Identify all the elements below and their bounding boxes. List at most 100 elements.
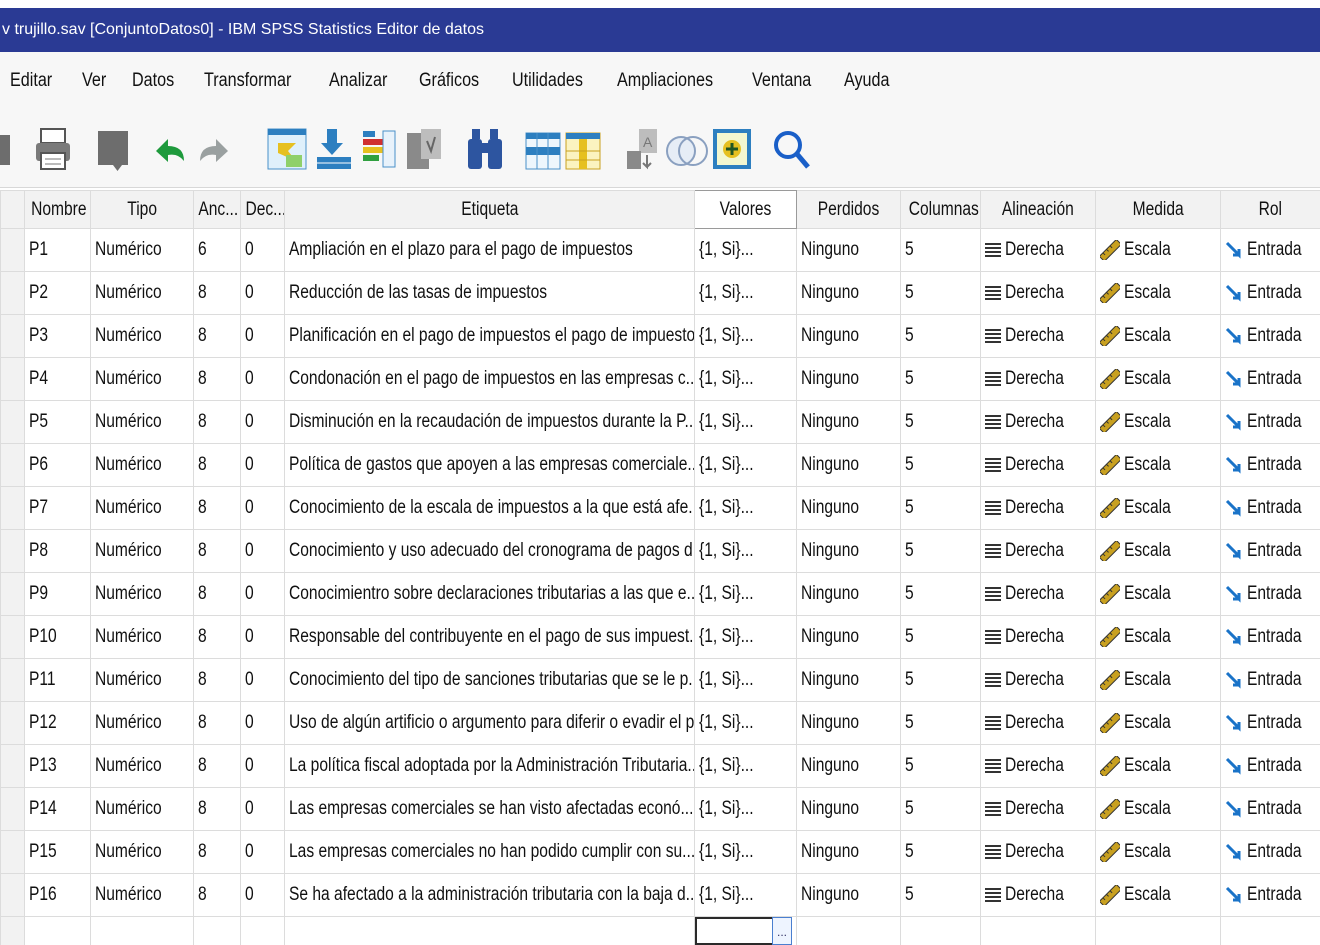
cell-columnas[interactable]: 5: [900, 443, 981, 487]
undo-icon[interactable]: [150, 126, 190, 172]
cell-medida[interactable]: Escala: [1095, 443, 1221, 487]
save-icon[interactable]: [0, 126, 14, 172]
cell-medida[interactable]: Escala: [1095, 486, 1221, 530]
cell-nombre[interactable]: P4: [24, 357, 91, 401]
cell-ancho[interactable]: 8: [193, 701, 241, 745]
cell-valores[interactable]: {1, Si}...: [694, 787, 797, 831]
cell-perdidos[interactable]: Ninguno: [796, 658, 901, 702]
select-cases-icon[interactable]: [710, 126, 754, 172]
row-header[interactable]: [0, 529, 25, 573]
column-header-columnas[interactable]: Columnas: [900, 190, 981, 229]
menu-ventana[interactable]: Ventana: [752, 70, 811, 92]
menu-graficos[interactable]: Gráficos: [419, 70, 479, 92]
row-header[interactable]: [0, 658, 25, 702]
cell-medida[interactable]: Escala: [1095, 314, 1221, 358]
cell-columnas[interactable]: 5: [900, 830, 981, 874]
cell-perdidos[interactable]: Ninguno: [796, 443, 901, 487]
cell-dec[interactable]: 0: [240, 701, 285, 745]
cell-valores[interactable]: {1, Si}...: [694, 271, 797, 315]
cell-nombre[interactable]: P12: [24, 701, 91, 745]
column-header-tipo[interactable]: Tipo: [90, 190, 194, 229]
cell-valores[interactable]: {1, Si}...: [694, 744, 797, 788]
cell-dec[interactable]: 0: [240, 615, 285, 659]
cell-dec[interactable]: 0: [240, 486, 285, 530]
cell-tipo[interactable]: Numérico: [90, 830, 194, 874]
cell-columnas[interactable]: 5: [900, 400, 981, 444]
cell-dec[interactable]: 0: [240, 271, 285, 315]
cell-perdidos[interactable]: Ninguno: [796, 357, 901, 401]
split-file-icon[interactable]: A: [622, 126, 666, 172]
cell-dec[interactable]: 0: [240, 744, 285, 788]
cell-alineacion[interactable]: Derecha: [980, 529, 1096, 573]
cell-tipo[interactable]: Numérico: [90, 701, 194, 745]
cell-columnas[interactable]: 5: [900, 228, 981, 272]
cell-etiqueta[interactable]: Las empresas comerciales se han visto af…: [284, 787, 695, 831]
cell-ancho[interactable]: 8: [193, 830, 241, 874]
cell-nombre[interactable]: P2: [24, 271, 91, 315]
cell-etiqueta[interactable]: Las empresas comerciales no han podido c…: [284, 830, 695, 874]
cell-rol[interactable]: Entrada: [1220, 271, 1320, 315]
cell-nombre[interactable]: P5: [24, 400, 91, 444]
cell-tipo[interactable]: Numérico: [90, 658, 194, 702]
cell-dec[interactable]: 0: [240, 529, 285, 573]
row-header[interactable]: [0, 615, 25, 659]
cell-alineacion[interactable]: Derecha: [980, 486, 1096, 530]
cell-alineacion[interactable]: Derecha: [980, 744, 1096, 788]
cell-ancho[interactable]: 8: [193, 443, 241, 487]
cell-columnas[interactable]: 5: [900, 314, 981, 358]
column-header-nombre[interactable]: Nombre: [24, 190, 91, 229]
cell-valores[interactable]: {1, Si}...: [694, 443, 797, 487]
row-header[interactable]: [0, 400, 25, 444]
cell-tipo[interactable]: Numérico: [90, 873, 194, 917]
cell-etiqueta[interactable]: Conocimiento de la escala de impuestos a…: [284, 486, 695, 530]
cell-ancho[interactable]: 8: [193, 873, 241, 917]
cell-alineacion[interactable]: Derecha: [980, 615, 1096, 659]
row-header[interactable]: [0, 873, 25, 917]
goto-variable-icon[interactable]: [312, 126, 356, 172]
empty-cell[interactable]: [980, 916, 1096, 945]
cell-dec[interactable]: 0: [240, 314, 285, 358]
cell-perdidos[interactable]: Ninguno: [796, 873, 901, 917]
column-header-medida[interactable]: Medida: [1095, 190, 1221, 229]
menu-utilidades[interactable]: Utilidades: [512, 70, 583, 92]
cell-etiqueta[interactable]: Ampliación en el plazo para el pago de i…: [284, 228, 695, 272]
cell-rol[interactable]: Entrada: [1220, 572, 1320, 616]
cell-dec[interactable]: 0: [240, 400, 285, 444]
column-header-etiqueta[interactable]: Etiqueta: [284, 190, 695, 229]
cell-ancho[interactable]: 8: [193, 572, 241, 616]
cell-columnas[interactable]: 5: [900, 271, 981, 315]
cell-medida[interactable]: Escala: [1095, 787, 1221, 831]
cell-columnas[interactable]: 5: [900, 572, 981, 616]
cell-perdidos[interactable]: Ninguno: [796, 701, 901, 745]
cell-valores[interactable]: {1, Si}...: [694, 658, 797, 702]
cell-ancho[interactable]: 6: [193, 228, 241, 272]
cell-columnas[interactable]: 5: [900, 658, 981, 702]
redo-icon[interactable]: [194, 126, 234, 172]
cell-perdidos[interactable]: Ninguno: [796, 314, 901, 358]
cell-medida[interactable]: Escala: [1095, 873, 1221, 917]
cell-ancho[interactable]: 8: [193, 744, 241, 788]
goto-case-icon[interactable]: [264, 126, 310, 172]
cell-valores[interactable]: {1, Si}...: [694, 873, 797, 917]
cell-rol[interactable]: Entrada: [1220, 443, 1320, 487]
cell-etiqueta[interactable]: Se ha afectado a la administración tribu…: [284, 873, 695, 917]
cell-rol[interactable]: Entrada: [1220, 701, 1320, 745]
cell-columnas[interactable]: 5: [900, 744, 981, 788]
weight-cases-icon[interactable]: [664, 126, 710, 172]
menu-transformar[interactable]: Transformar: [204, 70, 291, 92]
row-header[interactable]: [0, 357, 25, 401]
menu-analizar[interactable]: Analizar: [329, 70, 387, 92]
cell-tipo[interactable]: Numérico: [90, 400, 194, 444]
empty-cell[interactable]: [796, 916, 901, 945]
cell-etiqueta[interactable]: La política fiscal adoptada por la Admin…: [284, 744, 695, 788]
cell-medida[interactable]: Escala: [1095, 529, 1221, 573]
cell-tipo[interactable]: Numérico: [90, 228, 194, 272]
cell-rol[interactable]: Entrada: [1220, 357, 1320, 401]
cell-ancho[interactable]: 8: [193, 314, 241, 358]
row-header[interactable]: [0, 572, 25, 616]
cell-columnas[interactable]: 5: [900, 529, 981, 573]
cell-alineacion[interactable]: Derecha: [980, 572, 1096, 616]
cell-nombre[interactable]: P15: [24, 830, 91, 874]
cell-valores[interactable]: {1, Si}...: [694, 830, 797, 874]
menu-ver[interactable]: Ver: [82, 70, 106, 92]
